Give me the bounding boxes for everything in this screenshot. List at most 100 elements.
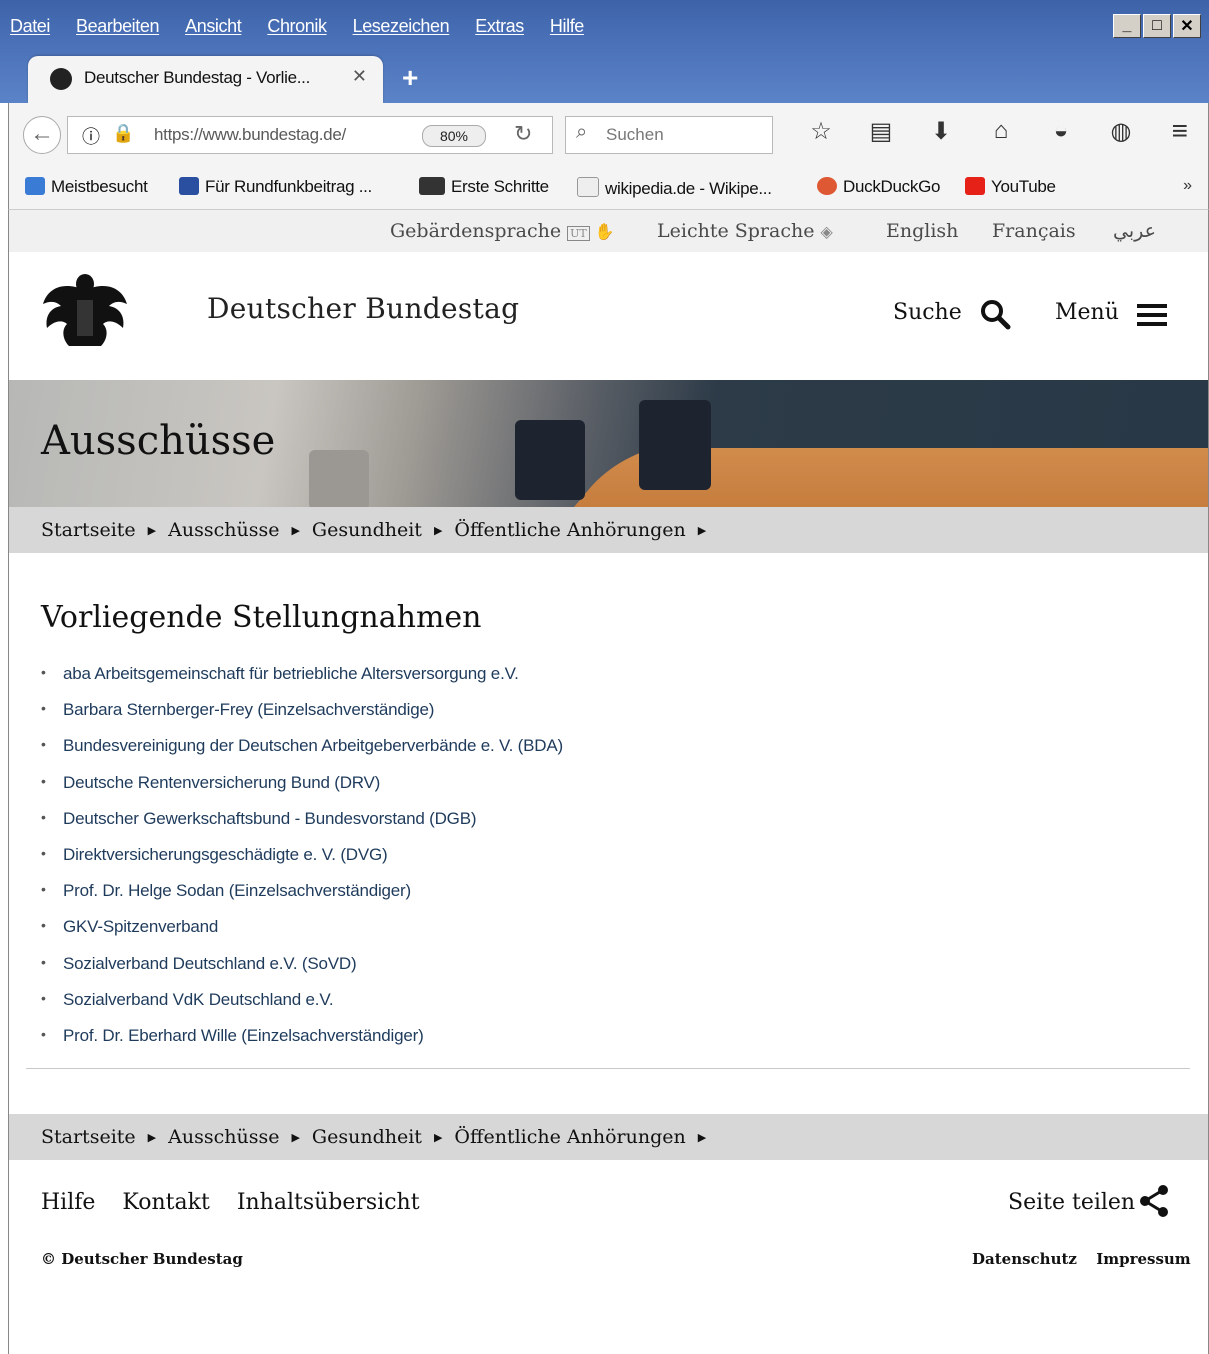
mozilla-icon xyxy=(419,177,445,195)
tab-close-icon[interactable]: ✕ xyxy=(352,66,367,87)
pocket-icon[interactable]: ◒ xyxy=(1031,117,1091,146)
statement-link[interactable]: GKV-Spitzenverband xyxy=(41,917,563,953)
sign-language-icon: UT ✋ xyxy=(567,222,615,241)
toolbar-icons: ☆ ▤ ⬇ ⌂ ◒ ◍ xyxy=(791,117,1151,146)
statement-link[interactable]: Prof. Dr. Eberhard Wille (Einzelsachvers… xyxy=(41,1026,563,1062)
bookmark-erste-schritte[interactable]: Erste Schritte xyxy=(419,177,549,197)
menu-datei[interactable]: Datei xyxy=(10,16,50,37)
footer-link-kontakt[interactable]: Kontakt xyxy=(122,1190,209,1215)
reload-icon[interactable]: ↻ xyxy=(514,121,532,147)
copyright: © Deutscher Bundestag xyxy=(41,1250,243,1268)
minimize-button[interactable]: _ xyxy=(1113,14,1141,38)
breadcrumb-trail: Startseite ▶ Ausschüsse ▶ Gesundheit ▶ Öffentl… xyxy=(41,1126,718,1148)
browser-tab[interactable]: Deutscher Bundestag - Vorlie... ✕ xyxy=(28,56,383,103)
bookmark-label: YouTube xyxy=(991,177,1056,196)
site-title[interactable]: Deutscher Bundestag xyxy=(207,292,519,325)
tab-title: Deutscher Bundestag - Vorlie... xyxy=(84,68,310,87)
hamburger-menu-icon[interactable] xyxy=(1137,302,1167,328)
search-label[interactable]: Suche xyxy=(893,300,962,325)
search-input[interactable]: ⌕ Suchen xyxy=(565,116,773,154)
caret-right-icon: ▶ xyxy=(147,524,157,537)
lang-english[interactable]: English xyxy=(886,220,958,242)
close-window-button[interactable]: ✕ xyxy=(1173,14,1201,38)
lang-arabic[interactable]: عربي xyxy=(1113,220,1156,242)
statement-link[interactable]: Barbara Sternberger-Frey (Einzelsachvers… xyxy=(41,700,563,736)
caret-right-icon: ▶ xyxy=(433,1131,443,1144)
lock-icon[interactable]: 🔒 xyxy=(112,123,134,144)
back-button[interactable]: ← xyxy=(23,116,61,154)
download-icon[interactable]: ⬇ xyxy=(911,117,971,146)
share-label[interactable]: Seite teilen xyxy=(1008,1190,1135,1215)
bundesadler-logo-icon[interactable] xyxy=(41,270,129,348)
footer-breadcrumb: Startseite ▶ Ausschüsse ▶ Gesundheit ▶ Öffentl… xyxy=(9,1114,1208,1160)
title-bar: Datei Bearbeiten Ansicht Chronik Lesezei… xyxy=(0,0,1209,103)
section-banner: Ausschüsse xyxy=(9,380,1208,507)
bookmark-duckduckgo[interactable]: DuckDuckGo xyxy=(817,177,940,197)
caret-right-icon: ▶ xyxy=(697,524,707,537)
lang-label: Leichte Sprache xyxy=(657,220,815,242)
lang-gebaerdensprache[interactable]: Gebärdensprache UT ✋ xyxy=(390,220,615,242)
statement-link[interactable]: Prof. Dr. Helge Sodan (Einzelsachverstän… xyxy=(41,881,563,917)
bookmark-rundfunkbeitrag[interactable]: Für Rundfunkbeitrag ... xyxy=(179,177,372,197)
folder-icon xyxy=(25,177,45,195)
search-icon: ⌕ xyxy=(576,121,588,143)
breadcrumb-item-gesundheit[interactable]: Gesundheit xyxy=(312,1126,422,1148)
url-bar[interactable]: ⓘ 🔒 https://www.bundestag.de/ 80% ↻ xyxy=(67,116,553,154)
statement-link[interactable]: aba Arbeitsgemeinschaft für betriebliche… xyxy=(41,664,563,700)
share-icon[interactable] xyxy=(1137,1184,1171,1218)
bookmark-label: Für Rundfunkbeitrag ... xyxy=(205,177,372,196)
lang-francais[interactable]: Français xyxy=(992,220,1076,242)
reading-list-icon[interactable]: ▤ xyxy=(851,117,911,146)
menu-hilfe[interactable]: Hilfe xyxy=(550,16,584,37)
bookmarks-overflow-icon[interactable]: » xyxy=(1183,177,1192,195)
menu-bearbeiten[interactable]: Bearbeiten xyxy=(76,16,159,37)
bookmark-youtube[interactable]: YouTube xyxy=(965,177,1056,197)
navigation-toolbar: ← ⓘ 🔒 https://www.bundestag.de/ 80% ↻ ⌕ … xyxy=(8,103,1209,167)
menu-ansicht[interactable]: Ansicht xyxy=(185,16,242,37)
caret-right-icon: ▶ xyxy=(697,1131,707,1144)
breadcrumb-item-ausschuesse[interactable]: Ausschüsse xyxy=(168,519,279,541)
addon-icon[interactable]: ◍ xyxy=(1091,117,1151,146)
breadcrumb-item-anhoerungen[interactable]: Öffentliche Anhörungen xyxy=(454,519,685,541)
banner-chair-shape xyxy=(309,450,369,507)
bookmark-wikipedia[interactable]: wikipedia.de - Wikipe... xyxy=(577,177,772,199)
breadcrumb-item-startseite[interactable]: Startseite xyxy=(41,519,136,541)
info-icon[interactable]: ⓘ xyxy=(82,123,100,149)
statement-link[interactable]: Deutsche Rentenversicherung Bund (DRV) xyxy=(41,773,563,809)
page-heading: Vorliegende Stellungnahmen xyxy=(41,600,482,635)
statement-link[interactable]: Bundesvereinigung der Deutschen Arbeitge… xyxy=(41,736,563,772)
menu-label[interactable]: Menü xyxy=(1055,300,1119,325)
footer-link-datenschutz[interactable]: Datenschutz xyxy=(972,1250,1077,1268)
search-icon[interactable] xyxy=(979,298,1011,330)
new-tab-button[interactable]: + xyxy=(402,62,418,94)
caret-right-icon: ▶ xyxy=(291,524,300,537)
statement-link[interactable]: Sozialverband Deutschland e.V. (SoVD) xyxy=(41,954,563,990)
bookmark-star-icon[interactable]: ☆ xyxy=(791,117,851,146)
footer-link-impressum[interactable]: Impressum xyxy=(1096,1250,1191,1268)
bookmark-label: wikipedia.de - Wikipe... xyxy=(605,179,772,198)
app-menu-icon[interactable]: ≡ xyxy=(1172,115,1188,147)
breadcrumb-item-ausschuesse[interactable]: Ausschüsse xyxy=(168,1126,279,1148)
statement-link[interactable]: Direktversicherungsgeschädigte e. V. (DV… xyxy=(41,845,563,881)
window-controls: _ □ ✕ xyxy=(1113,14,1201,38)
footer-link-inhaltsuebersicht[interactable]: Inhaltsübersicht xyxy=(237,1190,420,1215)
lang-leichte-sprache[interactable]: Leichte Sprache ◈ xyxy=(657,220,833,242)
statement-link[interactable]: Sozialverband VdK Deutschland e.V. xyxy=(41,990,563,1026)
statement-link[interactable]: Deutscher Gewerkschaftsbund - Bundesvors… xyxy=(41,809,563,845)
menu-chronik[interactable]: Chronik xyxy=(267,16,327,37)
menu-lesezeichen[interactable]: Lesezeichen xyxy=(353,16,450,37)
breadcrumb-item-gesundheit[interactable]: Gesundheit xyxy=(312,519,422,541)
maximize-button[interactable]: □ xyxy=(1143,14,1171,38)
breadcrumb-item-startseite[interactable]: Startseite xyxy=(41,1126,136,1148)
content-divider xyxy=(26,1068,1190,1069)
zoom-badge[interactable]: 80% xyxy=(422,125,486,147)
footer-link-hilfe[interactable]: Hilfe xyxy=(41,1190,95,1215)
breadcrumb-trail: Startseite ▶ Ausschüsse ▶ Gesundheit ▶ Öffentl… xyxy=(41,519,718,541)
url-text[interactable]: https://www.bundestag.de/ xyxy=(154,125,346,145)
breadcrumb: Startseite ▶ Ausschüsse ▶ Gesundheit ▶ Öffentl… xyxy=(9,507,1208,553)
bookmark-meistbesucht[interactable]: Meistbesucht xyxy=(25,177,148,197)
menu-extras[interactable]: Extras xyxy=(475,16,524,37)
breadcrumb-item-anhoerungen[interactable]: Öffentliche Anhörungen xyxy=(454,1126,685,1148)
caret-right-icon: ▶ xyxy=(433,524,443,537)
home-icon[interactable]: ⌂ xyxy=(971,117,1031,146)
